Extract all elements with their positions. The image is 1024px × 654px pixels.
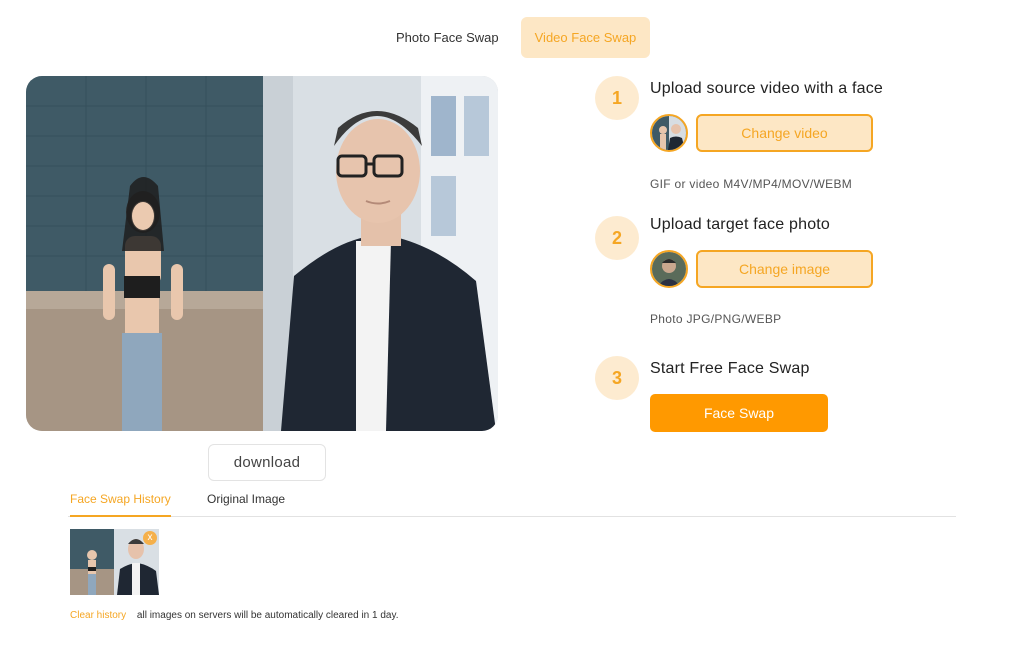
target-face-thumbnail: [650, 250, 688, 288]
tab-video-face-swap[interactable]: Video Face Swap: [520, 17, 651, 58]
preview-image: [26, 76, 498, 431]
step-number-1: 1: [595, 76, 639, 120]
auto-clear-note: all images on servers will be automatica…: [136, 610, 399, 621]
tab-original-image[interactable]: Original Image: [207, 492, 285, 506]
change-image-button[interactable]: Change image: [696, 250, 873, 288]
source-video-thumbnail: [650, 114, 688, 152]
mode-tabs: Photo Face Swap Video Face Swap: [382, 17, 651, 58]
step-title-2: Upload target face photo: [650, 216, 831, 233]
clear-history-link[interactable]: Clear history: [70, 610, 126, 621]
face-swap-button[interactable]: Face Swap: [650, 394, 828, 432]
tab-photo-face-swap[interactable]: Photo Face Swap: [382, 17, 513, 58]
result-preview: [26, 76, 498, 431]
remove-history-item-icon[interactable]: x: [143, 531, 157, 545]
tab-face-swap-history[interactable]: Face Swap History: [70, 492, 171, 517]
download-button[interactable]: download: [208, 444, 326, 481]
history-item[interactable]: x: [70, 529, 159, 595]
change-video-button[interactable]: Change video: [696, 114, 873, 152]
image-format-hint: Photo JPG/PNG/WEBP: [650, 312, 782, 326]
step-title-3: Start Free Face Swap: [650, 360, 810, 377]
clear-history-row: Clear history all images on servers will…: [70, 610, 399, 621]
step-number-3: 3: [595, 356, 639, 400]
step-number-2: 2: [595, 216, 639, 260]
history-tabs: Face Swap History Original Image: [68, 488, 956, 517]
video-format-hint: GIF or video M4V/MP4/MOV/WEBM: [650, 177, 853, 191]
step-title-1: Upload source video with a face: [650, 80, 883, 97]
